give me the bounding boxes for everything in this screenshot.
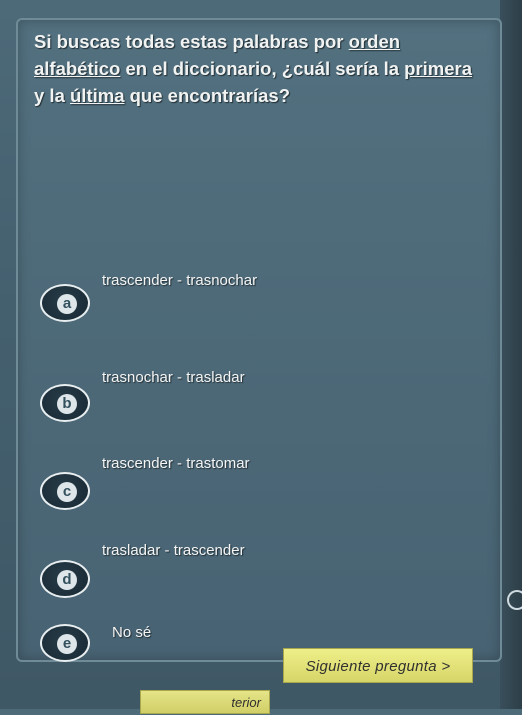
option-badge[interactable]: a [40,284,90,322]
question-emphasis: última [70,85,125,106]
option-letter: d [57,570,77,590]
question-panel [16,18,502,662]
option-letter: e [57,634,77,654]
option-label[interactable]: trascender - trasnochar [102,272,257,289]
option-letter: b [57,394,77,414]
question-segment: Si buscas todas estas palabras por [34,31,349,52]
option-badge[interactable]: d [40,560,90,598]
option-label[interactable]: No sé [112,624,151,641]
option-label[interactable]: trasnochar - trasladar [102,369,245,386]
next-question-button[interactable]: Siguiente pregunta > [283,648,473,683]
question-segment: y la [34,85,70,106]
option-label[interactable]: trascender - trastomar [102,455,250,472]
option-badge[interactable]: e [40,624,90,662]
option-label[interactable]: trasladar - trascender [102,542,245,559]
option-letter: a [57,294,77,314]
question-segment: en el diccionario, ¿cuál sería la [120,58,405,79]
previous-question-button[interactable]: terior [140,690,270,714]
option-badge[interactable]: b [40,384,90,422]
question-text: Si buscas todas estas palabras por orden… [34,28,479,109]
refresh-icon [507,590,522,610]
question-emphasis: primera [404,58,473,79]
option-letter: c [57,482,77,502]
option-badge[interactable]: c [40,472,90,510]
question-segment: que encontrarías? [124,85,290,106]
